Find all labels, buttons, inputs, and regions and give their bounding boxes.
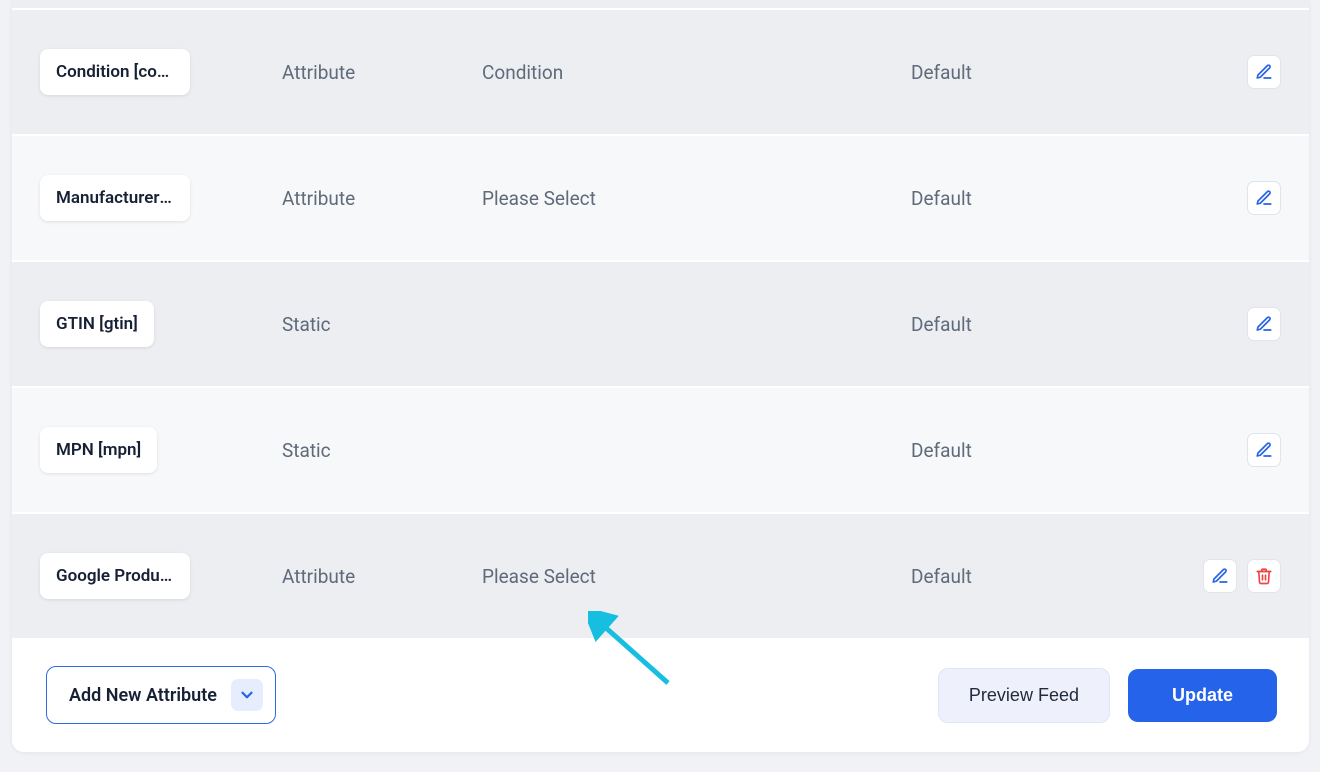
output-type: Default <box>911 565 1191 588</box>
preview-feed-button[interactable]: Preview Feed <box>938 668 1110 723</box>
trash-icon <box>1255 567 1273 585</box>
attribute-row: Manufacturer Name Attribute Please Selec… <box>12 136 1309 262</box>
mapping-value: Please Select <box>482 187 911 210</box>
attributes-panel: Condition [condition] Attribute Conditio… <box>12 0 1309 752</box>
pencil-icon <box>1255 189 1273 207</box>
source-type: Static <box>282 439 482 462</box>
pencil-icon <box>1255 441 1273 459</box>
edit-button[interactable] <box>1247 55 1281 89</box>
mapping-value: Condition <box>482 61 911 84</box>
output-type: Default <box>911 439 1191 462</box>
attribute-label-chip: GTIN [gtin] <box>40 301 154 347</box>
attribute-label-chip: Condition [condition] <box>40 49 190 95</box>
attribute-row: Condition [condition] Attribute Conditio… <box>12 10 1309 136</box>
edit-button[interactable] <box>1247 433 1281 467</box>
attribute-row: MPN [mpn] Static Default <box>12 388 1309 514</box>
source-type: Attribute <box>282 565 482 588</box>
edit-button[interactable] <box>1247 181 1281 215</box>
footer-bar: Add New Attribute Preview Feed Update <box>12 640 1309 752</box>
edit-button[interactable] <box>1247 307 1281 341</box>
row-stub <box>12 0 1309 10</box>
chevron-down-icon <box>231 679 263 711</box>
pencil-icon <box>1211 567 1229 585</box>
source-type: Static <box>282 313 482 336</box>
edit-button[interactable] <box>1203 559 1237 593</box>
attribute-row: GTIN [gtin] Static Default <box>12 262 1309 388</box>
add-new-attribute-label: Add New Attribute <box>69 685 217 706</box>
pencil-icon <box>1255 315 1273 333</box>
pencil-icon <box>1255 63 1273 81</box>
add-new-attribute-button[interactable]: Add New Attribute <box>46 666 276 724</box>
attribute-label-chip: Google Product Category <box>40 553 190 599</box>
attribute-label-chip: Manufacturer Name <box>40 175 190 221</box>
source-type: Attribute <box>282 187 482 210</box>
attribute-label-chip: MPN [mpn] <box>40 427 157 473</box>
update-button[interactable]: Update <box>1128 669 1277 722</box>
attribute-row: Google Product Category Attribute Please… <box>12 514 1309 640</box>
delete-button[interactable] <box>1247 559 1281 593</box>
mapping-value: Please Select <box>482 565 911 588</box>
output-type: Default <box>911 187 1191 210</box>
source-type: Attribute <box>282 61 482 84</box>
output-type: Default <box>911 313 1191 336</box>
output-type: Default <box>911 61 1191 84</box>
